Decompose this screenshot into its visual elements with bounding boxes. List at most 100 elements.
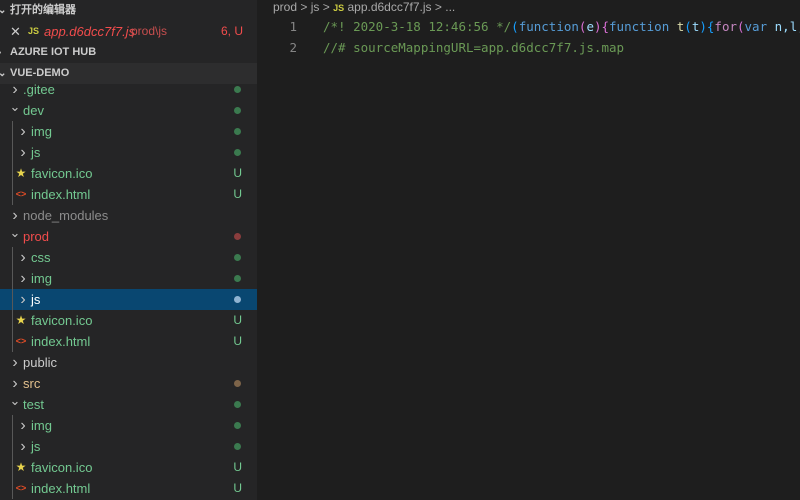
open-editors-header[interactable]: ⌄ 打开的编辑器 xyxy=(0,0,257,21)
explorer-sidebar: ⌄ 打开的编辑器 ✕ JS app.d6dcc7f7.js prod\js 6, … xyxy=(0,0,257,500)
breadcrumb-separator: > xyxy=(434,0,442,14)
tree-item-label: index.html xyxy=(31,481,91,496)
star-icon: ★ xyxy=(15,460,27,474)
indent-guide xyxy=(12,415,13,436)
tree-item-js[interactable]: › js xyxy=(0,436,257,457)
tree-item-label: favicon.ico xyxy=(31,313,93,328)
tree-item-label: index.html xyxy=(31,334,91,349)
indent-guide xyxy=(12,331,13,352)
code-editor[interactable]: 1/*! 2020-3-18 12:46:56 */(function(e){f… xyxy=(257,16,800,58)
star-icon: ★ xyxy=(15,313,27,327)
tree-item-label: js xyxy=(31,292,41,307)
git-status-dot xyxy=(234,233,241,240)
git-status-badge: U xyxy=(233,460,242,474)
indent-guide xyxy=(12,184,13,205)
chevron-right-icon: › xyxy=(20,249,26,266)
js-file-icon: JS xyxy=(333,3,345,13)
tree-item-img[interactable]: › img xyxy=(0,268,257,289)
project-title: VUE-DEMO xyxy=(10,67,70,79)
code-line[interactable]: 1/*! 2020-3-18 12:46:56 */(function(e){f… xyxy=(257,16,800,37)
code-token: var xyxy=(744,19,775,34)
html-file-icon: <> xyxy=(15,189,27,199)
js-file-icon: JS xyxy=(28,26,40,36)
indent-guide xyxy=(12,478,13,499)
breadcrumb-file[interactable]: app.d6dcc7f7.js xyxy=(347,0,431,14)
line-number: 1 xyxy=(289,19,297,34)
tree-item-favicon-ico[interactable]: ★ favicon.ico U xyxy=(0,310,257,331)
git-status-badge: U xyxy=(233,481,242,495)
tree-item-src[interactable]: › src xyxy=(0,373,257,394)
code-line[interactable]: 2 //# sourceMappingURL=app.d6dcc7f7.js.ma… xyxy=(257,37,800,58)
line-number: 2 xyxy=(289,40,297,55)
tree-item-img[interactable]: › img xyxy=(0,415,257,436)
open-editors-title: 打开的编辑器 xyxy=(10,4,76,16)
tree-item-index-html[interactable]: <> index.html U xyxy=(0,331,257,352)
chevron-right-icon: › xyxy=(12,354,18,371)
breadcrumb-separator: > xyxy=(300,0,308,14)
git-status-dot xyxy=(234,422,241,429)
azure-title: AZURE IOT HUB xyxy=(10,46,97,58)
tree-item-index-html[interactable]: <> index.html U xyxy=(0,184,257,205)
tree-item-favicon-ico[interactable]: ★ favicon.ico U xyxy=(0,163,257,184)
tree-item-gitee[interactable]: › .gitee xyxy=(0,79,257,100)
code-token: ( xyxy=(511,19,519,34)
git-status-dot xyxy=(234,86,241,93)
chevron-right-icon: › xyxy=(20,144,26,161)
breadcrumb-separator: > xyxy=(322,0,330,14)
code-content: /*! 2020-3-18 12:46:56 */(function(e){fu… xyxy=(323,16,800,37)
git-status-badge: U xyxy=(233,187,242,201)
git-status-badge: U xyxy=(233,166,242,180)
tree-item-label: test xyxy=(23,397,44,412)
git-status-dot xyxy=(234,149,241,156)
close-icon[interactable]: ✕ xyxy=(10,21,21,42)
code-token: function xyxy=(609,19,677,34)
open-editor-item[interactable]: ✕ JS app.d6dcc7f7.js prod\js 6, U xyxy=(0,21,257,42)
tree-item-label: dev xyxy=(23,103,44,118)
tree-item-css[interactable]: › css xyxy=(0,247,257,268)
chevron-down-icon: ⌄ xyxy=(9,99,21,114)
tree-item-label: node_modules xyxy=(23,208,109,223)
html-file-icon: <> xyxy=(15,483,27,493)
indent-guide xyxy=(12,268,13,289)
tree-item-dev[interactable]: ⌄ dev xyxy=(0,99,257,121)
chevron-right-icon: › xyxy=(0,42,1,63)
tree-item-prod[interactable]: ⌄ prod xyxy=(0,225,257,247)
breadcrumb-js[interactable]: js xyxy=(311,0,320,14)
git-status-dot xyxy=(234,380,241,387)
git-status-dot xyxy=(234,296,241,303)
indent-guide xyxy=(12,142,13,163)
chevron-right-icon: › xyxy=(20,291,26,308)
git-status-dot xyxy=(234,275,241,282)
tree-item-label: src xyxy=(23,376,41,391)
chevron-down-icon: ⌄ xyxy=(9,393,21,408)
code-token: //# sourceMappingURL=app.d6dcc7f7.js.map xyxy=(323,40,625,55)
indent-guide xyxy=(12,310,13,331)
tree-item-favicon-ico[interactable]: ★ favicon.ico U xyxy=(0,457,257,478)
git-status-dot xyxy=(234,107,241,114)
tree-item-node-modules[interactable]: › node_modules xyxy=(0,205,257,226)
git-status-badge: U xyxy=(233,334,242,348)
azure-iot-hub-header[interactable]: › AZURE IOT HUB xyxy=(0,42,257,63)
html-file-icon: <> xyxy=(15,336,27,346)
chevron-down-icon: ⌄ xyxy=(9,225,21,240)
git-status-dot xyxy=(234,128,241,135)
tree-item-js[interactable]: › js xyxy=(0,289,257,310)
tree-item-public[interactable]: › public xyxy=(0,352,257,373)
tree-item-index-html[interactable]: <> index.html U xyxy=(0,478,257,499)
tree-item-label: css xyxy=(31,250,51,265)
tree-item-test[interactable]: ⌄ test xyxy=(0,393,257,415)
open-editor-badge: 6, U xyxy=(220,24,243,38)
tree-item-label: img xyxy=(31,418,52,433)
code-token: e xyxy=(586,19,594,34)
indent-guide xyxy=(12,247,13,268)
git-status-dot xyxy=(234,443,241,450)
tree-item-label: js xyxy=(31,439,41,454)
indent-guide xyxy=(12,457,13,478)
breadcrumb-more[interactable]: ... xyxy=(445,0,455,14)
chevron-right-icon: › xyxy=(20,438,26,455)
tree-item-label: prod xyxy=(23,229,50,244)
breadcrumb-prod[interactable]: prod xyxy=(273,0,297,14)
indent-guide xyxy=(12,436,13,457)
tree-item-js[interactable]: › js xyxy=(0,142,257,163)
tree-item-img[interactable]: › img xyxy=(0,121,257,142)
